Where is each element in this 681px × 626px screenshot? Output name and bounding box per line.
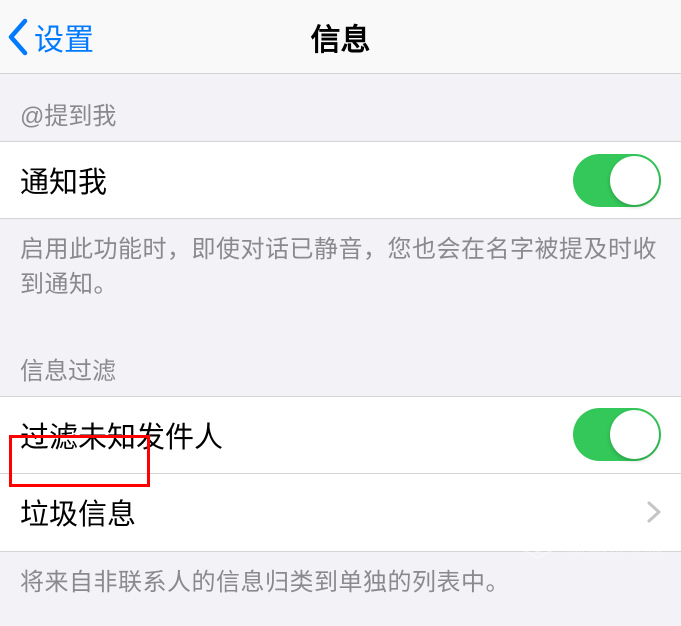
- watermark-main: 硬件之家: [564, 525, 663, 547]
- watermark-sub: YING JIAN ZHI JIA.COM: [564, 547, 663, 556]
- watermark-icon: [520, 520, 556, 560]
- chevron-left-icon: [6, 18, 30, 56]
- filter-unknown-switch[interactable]: [573, 408, 661, 461]
- filter-unknown-label: 过滤未知发件人: [20, 414, 223, 456]
- spam-label: 垃圾信息: [20, 491, 136, 533]
- filter-unknown-cell: 过滤未知发件人: [0, 396, 681, 474]
- watermark: 硬件之家 YING JIAN ZHI JIA.COM: [520, 520, 663, 560]
- nav-bar: 设置 信息: [0, 0, 681, 74]
- notify-me-switch[interactable]: [573, 154, 661, 207]
- page-title: 信息: [311, 15, 371, 59]
- section-header-filter: 信息过滤: [0, 329, 681, 396]
- notify-me-cell: 通知我: [0, 141, 681, 219]
- back-button[interactable]: 设置: [0, 15, 94, 59]
- section-header-mentions: @提到我: [0, 74, 681, 141]
- back-label: 设置: [34, 15, 94, 59]
- switch-knob: [610, 156, 659, 205]
- section-footer-mentions: 启用此功能时，即使对话已静音，您也会在名字被提及时收到通知。: [0, 219, 681, 329]
- switch-knob: [610, 410, 659, 459]
- section-footer-filter: 将来自非联系人的信息归类到单独的列表中。: [0, 552, 681, 626]
- notify-me-label: 通知我: [20, 159, 107, 201]
